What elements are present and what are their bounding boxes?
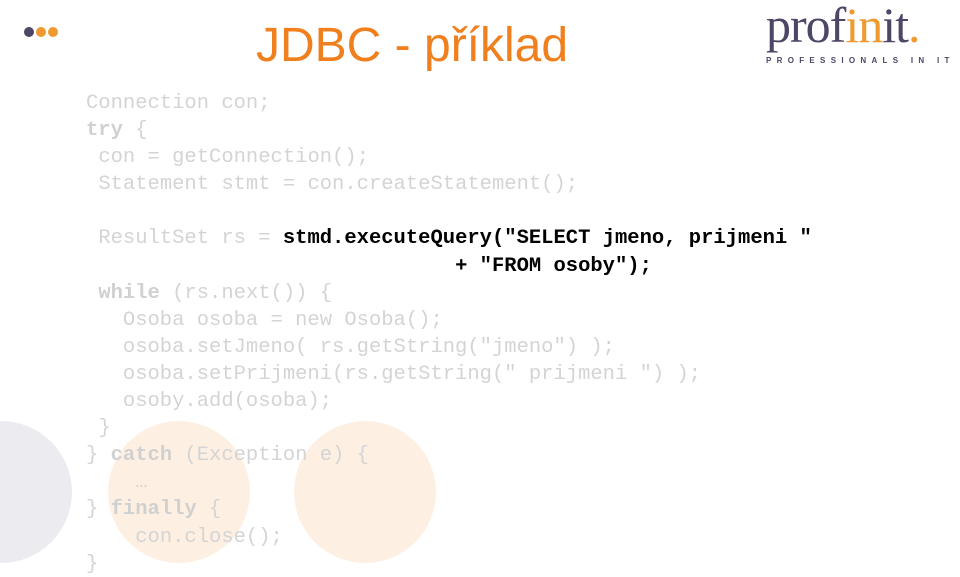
code-text: con = getConnection(); <box>98 146 369 170</box>
code-text: osoba.setPrijmeni(rs.getString(" prijmen… <box>122 362 702 386</box>
code-keyword: finally <box>110 498 197 522</box>
code-line: osoba.setJmeno( rs.getString("jmeno") ); <box>86 334 812 361</box>
code-text: ResultSet rs = <box>98 227 283 251</box>
code-line: } <box>86 415 812 442</box>
code-highlight: + "FROM osoby"); <box>455 254 652 278</box>
code-line: osoba.setPrijmeni(rs.getString(" prijmen… <box>86 361 812 388</box>
dot-purple <box>24 27 34 37</box>
code-text: osoby.add(osoba); <box>122 390 333 414</box>
code-line: Statement stmt = con.createStatement(); <box>86 171 812 198</box>
code-text: { <box>122 119 148 143</box>
code-text: } <box>98 417 111 441</box>
dot-orange <box>36 27 46 37</box>
code-line: } finally { <box>86 496 812 523</box>
code-block: Connection con; try { con = getConnection… <box>86 90 812 577</box>
code-highlight: stmd.executeQuery("SELECT jmeno, prijmen… <box>282 227 812 251</box>
code-keyword: catch <box>110 444 173 468</box>
logo-word-part2: it <box>882 0 909 53</box>
code-text: Connection con; <box>86 92 271 115</box>
code-line: con.close(); <box>86 524 812 551</box>
code-line: } <box>86 551 812 577</box>
code-text: } <box>86 552 99 576</box>
logo-wordmark: profinit. <box>766 0 951 50</box>
code-line: osoby.add(osoba); <box>86 388 812 415</box>
code-line: try { <box>86 117 812 144</box>
code-line: … <box>86 469 812 496</box>
dot-orange <box>48 27 58 37</box>
decorative-circle-gray <box>0 421 72 563</box>
code-keyword: while <box>98 281 160 305</box>
code-text: osoba.setJmeno( rs.getString("jmeno") ); <box>122 335 615 359</box>
logo-word-part1: prof <box>766 0 846 53</box>
code-line: Connection con; <box>86 90 812 117</box>
logo-word-dot: . <box>908 0 920 53</box>
code-line: ResultSet rs = stmd.executeQuery("SELECT… <box>86 225 812 252</box>
profinit-logo: profinit. PROFESSIONALS IN IT <box>766 0 955 65</box>
code-line: } catch (Exception e) { <box>86 442 812 469</box>
code-text: Statement stmt = con.createStatement(); <box>98 173 579 197</box>
code-keyword: try <box>86 119 123 143</box>
code-text: … <box>135 471 148 495</box>
code-text: (rs.next()) { <box>159 281 333 305</box>
code-line: + "FROM osoby"); <box>86 253 812 280</box>
logo-word-accent: in <box>845 0 883 53</box>
slide-title: JDBC - příklad <box>256 19 569 72</box>
code-text: } <box>86 444 111 468</box>
code-line: con = getConnection(); <box>86 144 812 171</box>
code-text: Osoba osoba = new Osoba(); <box>122 308 443 332</box>
slide: JDBC - příklad profinit. PROFESSIONALS I… <box>0 0 960 577</box>
code-text: { <box>196 498 222 522</box>
code-text: (Exception e) { <box>172 444 369 468</box>
code-line: while (rs.next()) { <box>86 280 812 307</box>
logo-tagline: PROFESSIONALS IN IT <box>766 56 955 65</box>
three-dots-icon <box>24 27 58 37</box>
code-line: Osoba osoba = new Osoba(); <box>86 307 812 334</box>
code-text: } <box>86 498 111 522</box>
code-text: con.close(); <box>135 525 283 549</box>
